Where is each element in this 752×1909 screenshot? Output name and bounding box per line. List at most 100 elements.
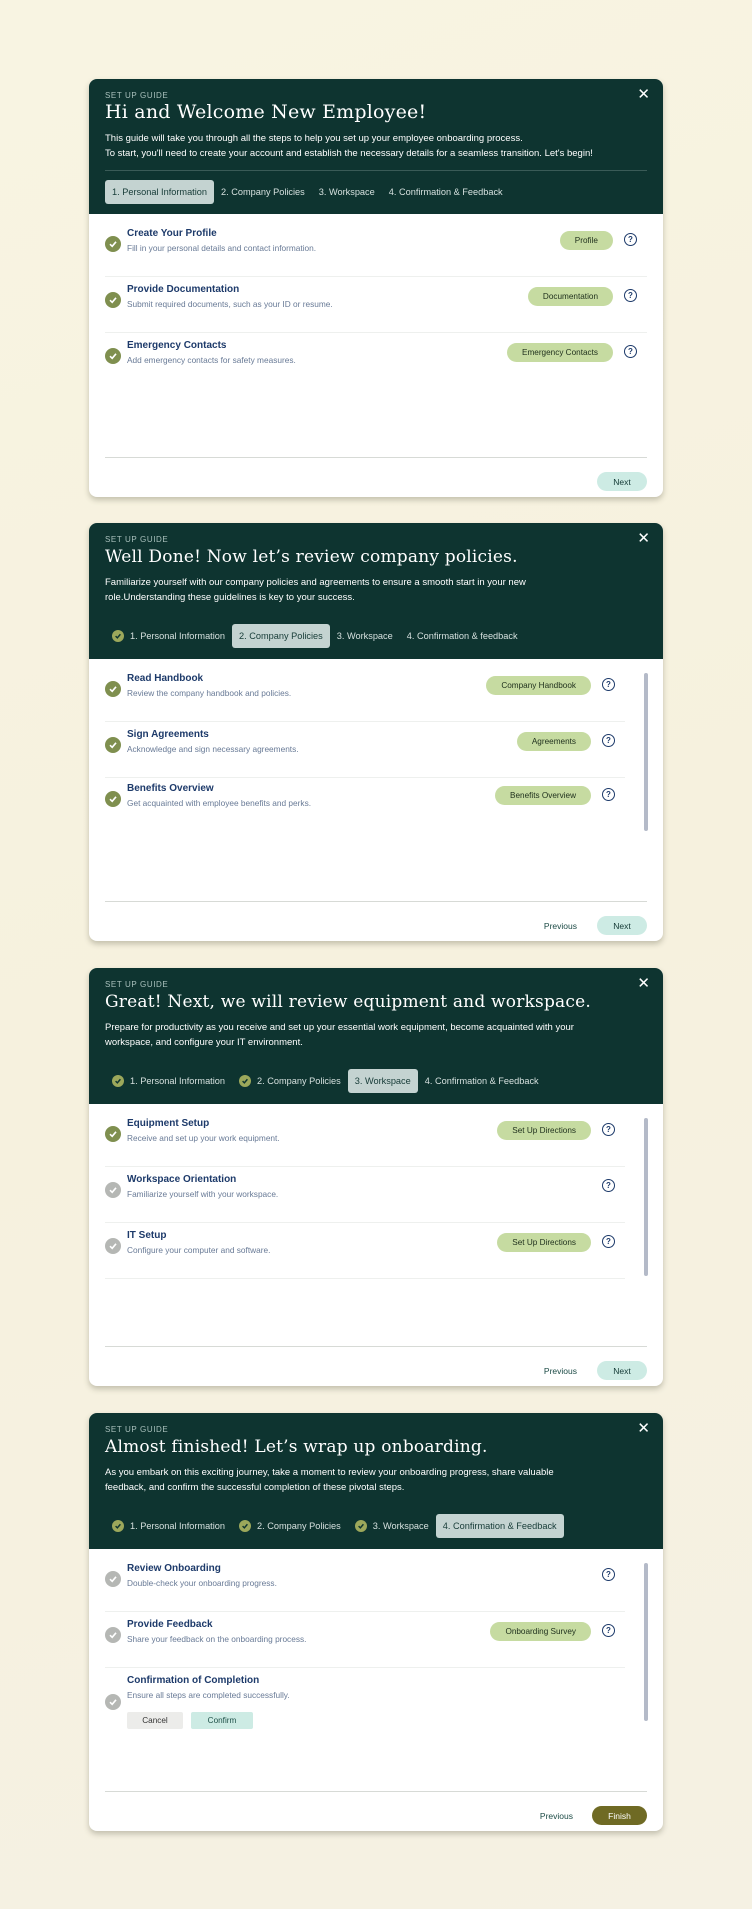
tab-personal-information[interactable]: 1. Personal Information: [105, 1069, 232, 1093]
tab-company-policies[interactable]: 2. Company Policies: [232, 1514, 348, 1538]
step-title: Workspace Orientation: [127, 1174, 237, 1185]
check-icon: [239, 1520, 251, 1532]
card-body: Review Onboarding Double-check your onbo…: [89, 1549, 663, 1831]
check-pending-icon: [105, 1182, 121, 1198]
check-pending-icon: [105, 1694, 121, 1710]
cancel-button[interactable]: Cancel: [127, 1712, 183, 1729]
previous-button[interactable]: Previous: [540, 1806, 573, 1825]
help-icon[interactable]: ?: [602, 678, 615, 691]
onboarding-survey-button[interactable]: Onboarding Survey: [490, 1622, 591, 1641]
card-title: Almost finished! Let’s wrap up onboardin…: [105, 1437, 488, 1457]
next-button[interactable]: Next: [597, 472, 647, 491]
card-title: Great! Next, we will review equipment an…: [105, 992, 591, 1012]
step-description: Familiarize yourself with your workspace…: [127, 1189, 279, 1199]
onboarding-card-company-policies: SET UP GUIDE ✕ Well Done! Now let’s revi…: [89, 523, 663, 941]
tab-company-policies[interactable]: 2. Company Policies: [214, 180, 312, 204]
help-icon[interactable]: ?: [602, 734, 615, 747]
help-icon[interactable]: ?: [624, 233, 637, 246]
next-button[interactable]: Next: [597, 916, 647, 935]
scrollbar[interactable]: [644, 1118, 648, 1276]
step-equipment-setup: Equipment Setup Receive and set up your …: [105, 1111, 625, 1167]
check-done-icon: [105, 681, 121, 697]
check-done-icon: [105, 737, 121, 753]
tab-workspace[interactable]: 3. Workspace: [348, 1514, 436, 1538]
help-icon[interactable]: ?: [602, 1235, 615, 1248]
onboarding-card-confirmation: SET UP GUIDE ✕ Almost finished! Let’s wr…: [89, 1413, 663, 1831]
check-pending-icon: [105, 1571, 121, 1587]
footer-divider: [105, 457, 647, 458]
step-title: Provide Documentation: [127, 284, 240, 295]
help-icon[interactable]: ?: [624, 345, 637, 358]
footer-divider: [105, 1346, 647, 1347]
scrollbar[interactable]: [644, 1563, 648, 1721]
set-up-directions-button[interactable]: Set Up Directions: [497, 1121, 591, 1140]
step-create-profile: Create Your Profile Fill in your persona…: [105, 221, 647, 277]
scrollbar[interactable]: [644, 673, 648, 831]
help-icon[interactable]: ?: [602, 1568, 615, 1581]
guide-label: SET UP GUIDE: [105, 91, 169, 100]
tab-personal-information[interactable]: 1. Personal Information: [105, 624, 232, 648]
close-icon[interactable]: ✕: [637, 976, 650, 991]
card-header: SET UP GUIDE ✕ Great! Next, we will revi…: [89, 968, 663, 1104]
check-done-icon: [105, 791, 121, 807]
step-provide-feedback: Provide Feedback Share your feedback on …: [105, 1612, 625, 1668]
tab-company-policies[interactable]: 2. Company Policies: [232, 1069, 348, 1093]
tab-workspace[interactable]: 3. Workspace: [330, 624, 400, 648]
tab-confirmation-feedback[interactable]: 4. Confirmation & Feedback: [382, 180, 510, 204]
company-handbook-button[interactable]: Company Handbook: [486, 676, 591, 695]
tab-confirmation-feedback[interactable]: 4. Confirmation & Feedback: [418, 1069, 546, 1093]
previous-button[interactable]: Previous: [544, 1361, 577, 1380]
step-provide-documentation: Provide Documentation Submit required do…: [105, 277, 647, 333]
step-title: Benefits Overview: [127, 783, 214, 794]
tab-personal-information[interactable]: 1. Personal Information: [105, 180, 214, 204]
documentation-button[interactable]: Documentation: [527, 287, 613, 306]
close-icon[interactable]: ✕: [637, 1421, 650, 1436]
finish-button[interactable]: Finish: [592, 1806, 647, 1825]
step-title: Read Handbook: [127, 673, 204, 684]
emergency-contacts-button[interactable]: Emergency Contacts: [507, 343, 613, 362]
set-up-directions-button[interactable]: Set Up Directions: [497, 1233, 591, 1252]
confirm-button[interactable]: Confirm: [191, 1712, 253, 1729]
check-done-icon: [105, 1126, 121, 1142]
card-body: Create Your Profile Fill in your persona…: [89, 214, 663, 497]
step-emergency-contacts: Emergency Contacts Add emergency contact…: [105, 333, 647, 389]
card-title: Hi and Welcome New Employee!: [105, 101, 427, 123]
close-icon[interactable]: ✕: [637, 531, 650, 546]
step-description: Review the company handbook and policies…: [127, 688, 292, 698]
card-body: Read Handbook Review the company handboo…: [89, 659, 663, 941]
help-icon[interactable]: ?: [602, 1123, 615, 1136]
step-review-onboarding: Review Onboarding Double-check your onbo…: [105, 1556, 625, 1612]
help-icon[interactable]: ?: [624, 289, 637, 302]
close-icon[interactable]: ✕: [637, 87, 650, 102]
footer-divider: [105, 901, 647, 902]
card-header: SET UP GUIDE ✕ Almost finished! Let’s wr…: [89, 1413, 663, 1549]
card-description: As you embark on this exciting journey, …: [105, 1467, 554, 1493]
step-description: Add emergency contacts for safety measur…: [127, 355, 296, 365]
check-icon: [112, 1075, 124, 1087]
step-title: Equipment Setup: [127, 1118, 210, 1129]
next-button[interactable]: Next: [597, 1361, 647, 1380]
check-icon: [112, 1520, 124, 1532]
step-read-handbook: Read Handbook Review the company handboo…: [105, 666, 625, 722]
step-tabs: 1. Personal Information 2. Company Polic…: [105, 180, 510, 204]
step-title: Create Your Profile: [127, 228, 217, 239]
previous-button[interactable]: Previous: [544, 916, 577, 935]
footer-divider: [105, 1791, 647, 1792]
agreements-button[interactable]: Agreements: [516, 732, 591, 751]
step-description: Receive and set up your work equipment.: [127, 1133, 280, 1143]
step-title: IT Setup: [127, 1230, 167, 1241]
tab-confirmation-feedback[interactable]: 4. Confirmation & feedback: [400, 624, 525, 648]
help-icon[interactable]: ?: [602, 1624, 615, 1637]
tab-personal-information[interactable]: 1. Personal Information: [105, 1514, 232, 1538]
profile-button[interactable]: Profile: [559, 231, 613, 250]
step-description: Fill in your personal details and contac…: [127, 243, 317, 253]
tab-workspace[interactable]: 3. Workspace: [312, 180, 382, 204]
step-tabs: 1. Personal Information 2. Company Polic…: [105, 1514, 564, 1538]
benefits-overview-button[interactable]: Benefits Overview: [495, 786, 591, 805]
tab-company-policies[interactable]: 2. Company Policies: [232, 624, 330, 648]
help-icon[interactable]: ?: [602, 788, 615, 801]
tab-confirmation-feedback[interactable]: 4. Confirmation & Feedback: [435, 1514, 564, 1538]
tab-workspace[interactable]: 3. Workspace: [347, 1069, 418, 1093]
card-header: SET UP GUIDE ✕ Well Done! Now let’s revi…: [89, 523, 663, 659]
help-icon[interactable]: ?: [602, 1179, 615, 1192]
